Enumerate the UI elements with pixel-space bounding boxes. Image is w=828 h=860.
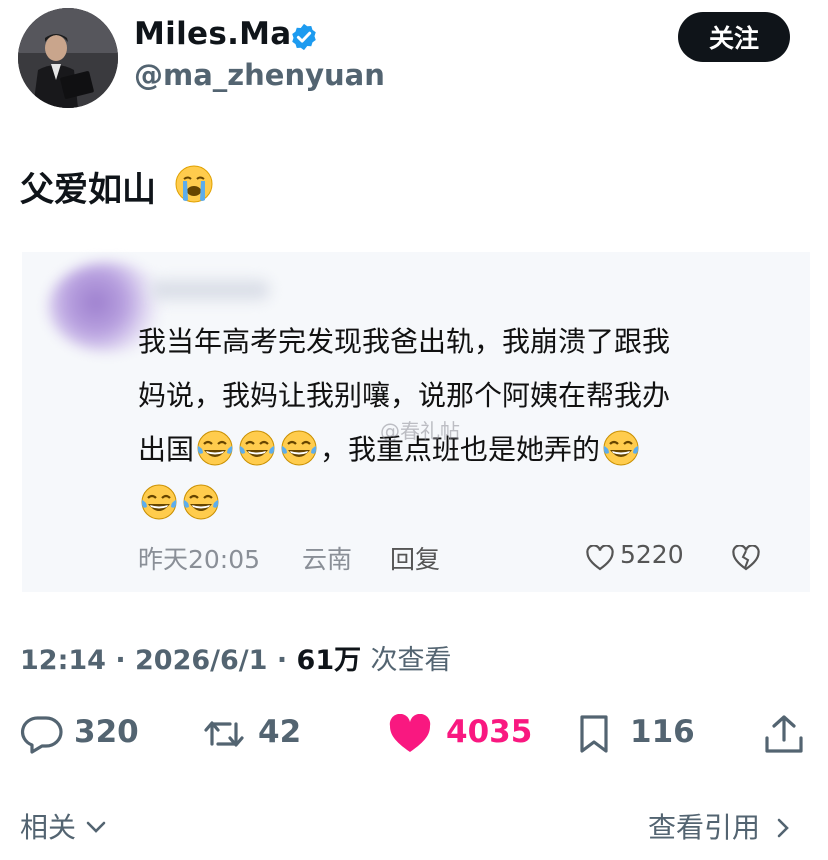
tweet-date: 2026/6/1	[135, 645, 268, 676]
face-with-tears-of-joy-icon	[281, 430, 317, 466]
avatar-photo	[18, 8, 118, 108]
reply-icon[interactable]	[20, 714, 64, 754]
bookmark-icon[interactable]	[576, 714, 620, 754]
face-with-tears-of-joy-icon	[197, 430, 233, 466]
tweet-time: 12:14	[20, 645, 106, 676]
face-with-tears-of-joy-icon	[141, 484, 177, 520]
comment-line-3b: ，我重点班也是她弄的	[320, 433, 601, 466]
tweet-text: 父爱如山	[20, 170, 156, 210]
comment-location: 云南	[302, 545, 353, 574]
view-label: 次查看	[370, 645, 452, 676]
face-with-tears-of-joy-icon	[239, 430, 275, 466]
comment-time: 昨天20:05	[138, 545, 261, 574]
retweet-count[interactable]: 42	[258, 714, 301, 750]
view-quotes-button[interactable]: 查看引用	[648, 806, 791, 846]
view-quotes-label: 查看引用	[648, 811, 761, 844]
user-handle[interactable]: @ma_zhenyuan	[134, 58, 385, 92]
heart-outline-icon	[586, 545, 614, 571]
comment-line-3a: 出国	[138, 433, 195, 466]
comment-line-1: 我当年高考完发现我爸出轨，我崩溃了跟我	[138, 325, 671, 358]
verified-badge-icon	[292, 23, 316, 51]
related-label: 相关	[20, 811, 77, 844]
blurred-commenter-name	[150, 280, 270, 300]
reply-count[interactable]: 320	[74, 714, 139, 750]
heart-filled-icon[interactable]	[388, 714, 432, 754]
tweet-stats: 12:14 · 2026/6/1 · 61万 次查看	[20, 645, 452, 676]
bookmark-count[interactable]: 116	[630, 714, 695, 750]
follow-button[interactable]: 关注	[678, 12, 790, 62]
view-count: 61万	[296, 645, 362, 676]
retweet-icon[interactable]	[202, 714, 246, 754]
comment-line-4	[138, 477, 778, 531]
comment-like-count: 5220	[620, 540, 684, 569]
like-count[interactable]: 4035	[446, 714, 532, 750]
chevron-right-icon	[777, 818, 789, 838]
face-with-tears-of-joy-icon	[603, 430, 639, 466]
avatar[interactable]	[18, 8, 118, 108]
comment-reply-button: 回复	[390, 545, 441, 574]
chevron-down-icon	[86, 821, 106, 833]
loudly-crying-face-icon	[175, 165, 213, 203]
face-with-tears-of-joy-icon	[183, 484, 219, 520]
share-icon[interactable]	[762, 714, 806, 754]
display-name[interactable]: Miles.Ma	[134, 16, 292, 52]
broken-heart-icon	[732, 545, 760, 571]
watermark: @春礼帖	[380, 419, 460, 443]
related-button[interactable]: 相关	[20, 806, 107, 846]
